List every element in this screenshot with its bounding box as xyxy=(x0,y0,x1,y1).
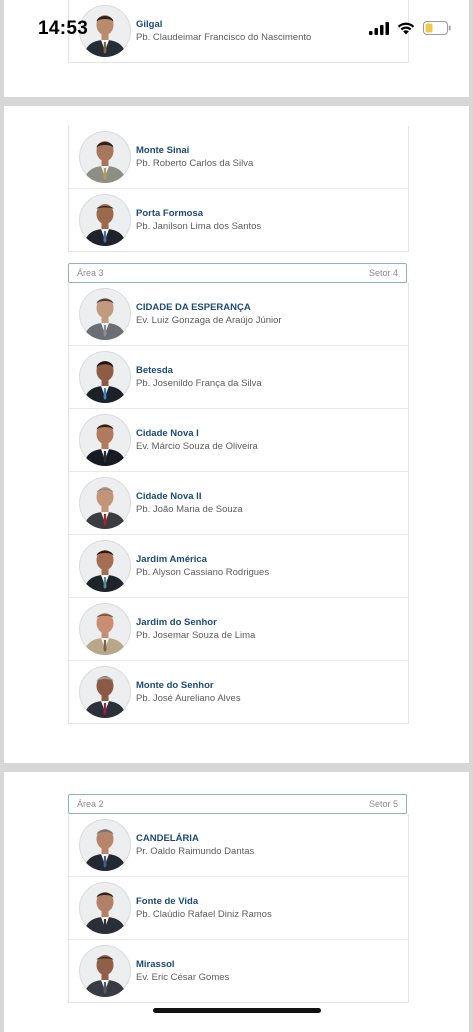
pastor-name: Pb. Alyson Cassiano Rodrigues xyxy=(136,567,270,578)
pastor-name: Pb. Janilson Lima dos Santos xyxy=(136,221,262,232)
list-item[interactable]: Mirassol Ev. Eric César Gomes xyxy=(69,940,408,1002)
avatar xyxy=(79,945,131,997)
area-header: Área 3 Setor 4 xyxy=(68,263,407,283)
avatar xyxy=(79,194,131,246)
item-text: Gilgal Pb. Claudeimar Francisco do Nasci… xyxy=(136,19,402,44)
avatar xyxy=(79,882,131,934)
avatar xyxy=(79,603,131,655)
item-text: CANDELÁRIA Pr. Oaldo Raimundo Dantas xyxy=(136,833,402,858)
avatar xyxy=(79,540,131,592)
list-item[interactable]: Jardim América Pb. Alyson Cassiano Rodri… xyxy=(69,535,408,598)
church-name: Porta Formosa xyxy=(136,208,204,219)
church-list-card: CIDADE DA ESPERANÇA Ev. Luiz Gonzaga de … xyxy=(68,283,409,724)
item-text: Cidade Nova I Ev. Márcio Souza de Olivei… xyxy=(136,428,402,453)
sector-name: Setor 4 xyxy=(368,268,398,278)
sector-name: Setor 5 xyxy=(368,799,398,809)
church-list-card: Gilgal Pb. Claudeimar Francisco do Nasci… xyxy=(68,0,409,63)
pastor-name: Pb. Josenildo França da Silva xyxy=(136,378,262,389)
list-item[interactable]: CANDELÁRIA Pr. Oaldo Raimundo Dantas xyxy=(69,814,408,877)
document-page-3: Área 2 Setor 5 CANDELÁRIA Pr. Oaldo Raim… xyxy=(4,772,469,1032)
document-page-2: Monte Sinai Pb. Roberto Carlos da Silva … xyxy=(4,106,469,763)
church-name: Mirassol xyxy=(136,959,175,970)
avatar xyxy=(79,288,131,340)
pastor-name: Pr. Oaldo Raimundo Dantas xyxy=(136,846,255,857)
pastor-name: Pb. José Aureliano Alves xyxy=(136,693,241,704)
pastor-name: Pb. Claudeimar Francisco do Nascimento xyxy=(136,32,312,43)
pastor-name: Ev. Eric César Gomes xyxy=(136,972,230,983)
church-name: Cidade Nova II xyxy=(136,491,202,502)
church-list-card: CANDELÁRIA Pr. Oaldo Raimundo Dantas Fon… xyxy=(68,814,409,1003)
item-text: Fonte de Vida Pb. Claúdio Rafael Diniz R… xyxy=(136,896,402,921)
item-text: Cidade Nova II Pb. João Maria de Souza xyxy=(136,491,402,516)
church-list-card: Monte Sinai Pb. Roberto Carlos da Silva … xyxy=(68,126,409,252)
avatar xyxy=(79,131,131,183)
item-text: Monte Sinai Pb. Roberto Carlos da Silva xyxy=(136,145,402,170)
church-name: Monte do Senhor xyxy=(136,680,214,691)
item-text: Monte do Senhor Pb. José Aureliano Alves xyxy=(136,680,402,705)
pastor-name: Pb. João Maria de Souza xyxy=(136,504,243,515)
church-name: Jardim do Senhor xyxy=(136,617,217,628)
church-name: Gilgal xyxy=(136,19,163,30)
avatar xyxy=(79,351,131,403)
area-header: Área 2 Setor 5 xyxy=(68,794,407,814)
avatar xyxy=(79,477,131,529)
list-item[interactable]: Gilgal Pb. Claudeimar Francisco do Nasci… xyxy=(69,0,408,62)
pastor-name: Pb. Roberto Carlos da Silva xyxy=(136,158,254,169)
item-text: Mirassol Ev. Eric César Gomes xyxy=(136,959,402,984)
church-name: Fonte de Vida xyxy=(136,896,199,907)
item-text: CIDADE DA ESPERANÇA Ev. Luiz Gonzaga de … xyxy=(136,302,402,327)
avatar xyxy=(79,414,131,466)
area-name: Área 2 xyxy=(77,799,104,809)
church-name: Jardim América xyxy=(136,554,207,565)
pastor-name: Pb. Josemar Souza de Lima xyxy=(136,630,256,641)
area-name: Área 3 xyxy=(77,268,104,278)
pastor-name: Ev. Luiz Gonzaga de Araújo Júnior xyxy=(136,315,282,326)
pastor-name: Pb. Claúdio Rafael Diniz Ramos xyxy=(136,909,272,920)
pastor-name: Ev. Márcio Souza de Oliveira xyxy=(136,441,258,452)
list-item[interactable]: Cidade Nova I Ev. Márcio Souza de Olivei… xyxy=(69,409,408,472)
list-item[interactable]: Fonte de Vida Pb. Claúdio Rafael Diniz R… xyxy=(69,877,408,940)
list-item[interactable]: Porta Formosa Pb. Janilson Lima dos Sant… xyxy=(69,189,408,251)
item-text: Porta Formosa Pb. Janilson Lima dos Sant… xyxy=(136,208,402,233)
church-name: Cidade Nova I xyxy=(136,428,199,439)
list-item[interactable]: Monte do Senhor Pb. José Aureliano Alves xyxy=(69,661,408,723)
item-text: Jardim do Senhor Pb. Josemar Souza de Li… xyxy=(136,617,402,642)
avatar xyxy=(79,819,131,871)
item-text: Betesda Pb. Josenildo França da Silva xyxy=(136,365,402,390)
list-item[interactable]: Betesda Pb. Josenildo França da Silva xyxy=(69,346,408,409)
church-name: Betesda xyxy=(136,365,173,376)
list-item[interactable]: Monte Sinai Pb. Roberto Carlos da Silva xyxy=(69,126,408,189)
church-name: CANDELÁRIA xyxy=(136,833,199,844)
church-name: Monte Sinai xyxy=(136,145,190,156)
church-name: CIDADE DA ESPERANÇA xyxy=(136,302,251,313)
list-item[interactable]: Cidade Nova II Pb. João Maria de Souza xyxy=(69,472,408,535)
avatar xyxy=(79,5,131,57)
document-page-1: Gilgal Pb. Claudeimar Francisco do Nasci… xyxy=(4,0,469,97)
item-text: Jardim América Pb. Alyson Cassiano Rodri… xyxy=(136,554,402,579)
list-item[interactable]: CIDADE DA ESPERANÇA Ev. Luiz Gonzaga de … xyxy=(69,283,408,346)
avatar xyxy=(79,666,131,718)
list-item[interactable]: Jardim do Senhor Pb. Josemar Souza de Li… xyxy=(69,598,408,661)
home-indicator[interactable] xyxy=(153,1008,321,1013)
